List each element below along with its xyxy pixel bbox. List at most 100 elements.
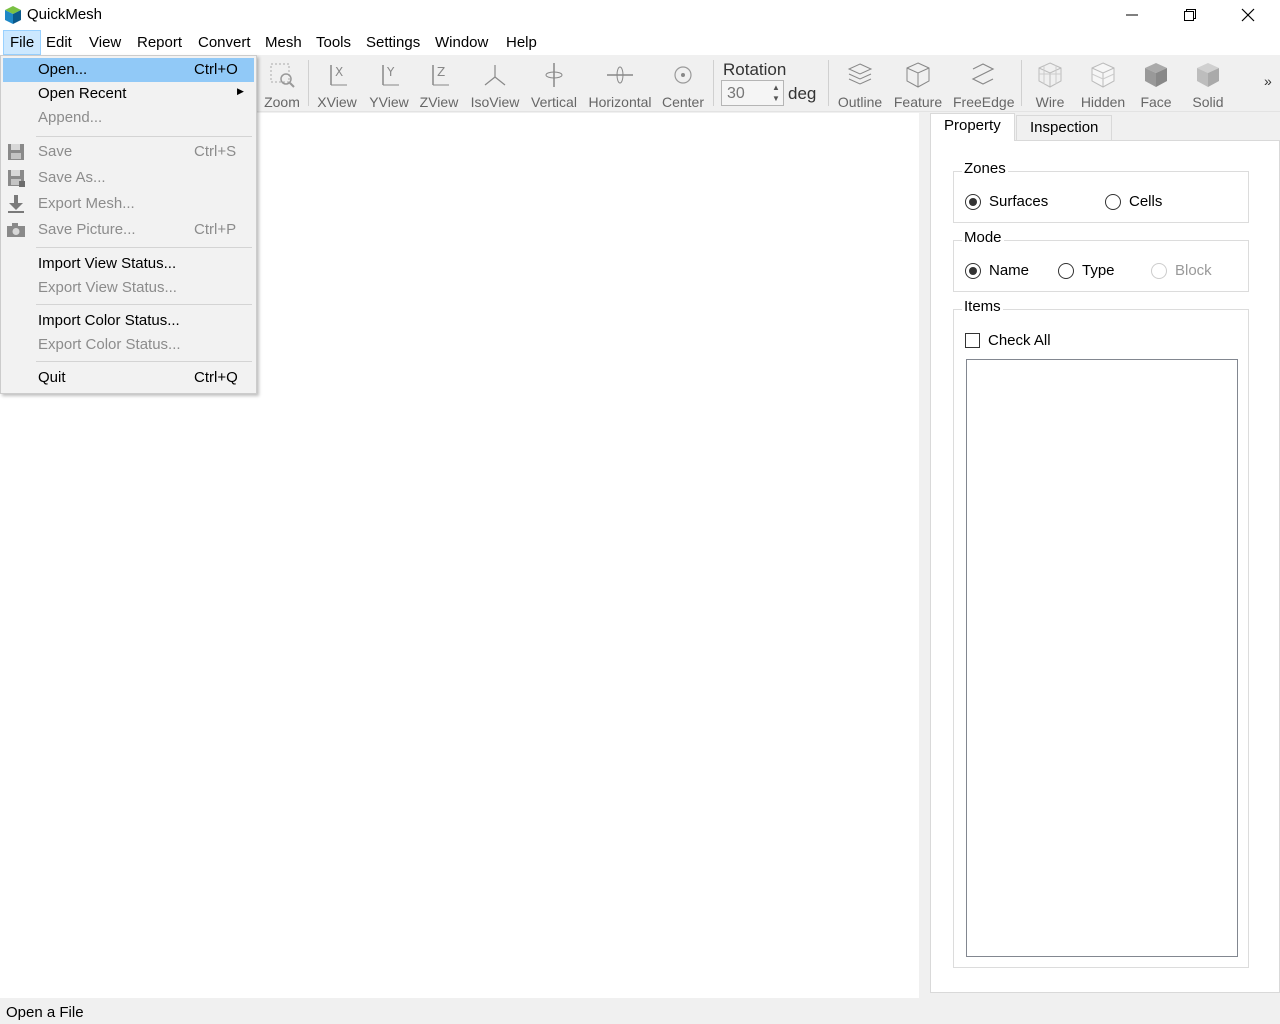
menu-item-open[interactable]: Open... Ctrl+O	[3, 58, 254, 82]
tab-property[interactable]: Property	[930, 113, 1015, 141]
toolbar-separator	[828, 60, 829, 106]
center-icon	[674, 66, 692, 84]
title-bar: QuickMesh	[0, 0, 1280, 30]
toolbar-separator	[1021, 60, 1022, 106]
menu-convert[interactable]: Convert	[192, 30, 257, 55]
xview-label: XView	[317, 94, 357, 110]
menu-item-append[interactable]: Append...	[3, 106, 254, 130]
property-panel: Property Inspection Zones Surfaces Cells…	[919, 113, 1280, 998]
menu-tools[interactable]: Tools	[310, 30, 357, 55]
zones-group-title: Zones	[962, 160, 1008, 177]
vertical-label: Vertical	[531, 94, 577, 110]
menu-report[interactable]: Report	[131, 30, 188, 55]
submenu-arrow-icon: ▶	[237, 86, 244, 96]
checkbox-unchecked-icon	[965, 333, 980, 348]
menu-item-save-as[interactable]: Save As...	[3, 166, 254, 190]
svg-text:X: X	[335, 65, 343, 79]
file-menu-dropdown: Open... Ctrl+O Open Recent ▶ Append... S…	[0, 55, 257, 394]
menu-item-export-view-status[interactable]: Export View Status...	[3, 276, 254, 300]
menu-separator	[36, 304, 252, 305]
xview-button[interactable]: X XView	[315, 57, 359, 110]
minimize-button[interactable]	[1103, 0, 1161, 30]
hidden-button[interactable]: Hidden	[1079, 57, 1127, 110]
menu-item-save-picture[interactable]: Save Picture... Ctrl+P	[3, 218, 254, 242]
feature-edge-icon	[906, 62, 930, 88]
wire-label: Wire	[1035, 94, 1065, 110]
spin-up-icon[interactable]: ▲	[770, 82, 782, 93]
y-axis-view-icon: Y	[382, 65, 399, 86]
rotation-value[interactable]: 30	[727, 85, 745, 103]
solid-label: Solid	[1192, 94, 1224, 110]
menu-separator	[36, 247, 252, 248]
z-axis-view-icon: Z	[432, 65, 449, 86]
x-axis-view-icon: X	[330, 65, 347, 86]
mode-type-radio[interactable]: Type	[1058, 262, 1115, 279]
menu-item-import-color-status[interactable]: Import Color Status...	[3, 309, 254, 333]
radio-disabled-icon	[1151, 262, 1167, 279]
feature-button[interactable]: Feature	[893, 57, 943, 110]
menu-item-quit[interactable]: Quit Ctrl+Q	[3, 366, 254, 390]
zones-surfaces-label: Surfaces	[989, 193, 1049, 210]
menu-mesh[interactable]: Mesh	[259, 30, 308, 55]
menu-item-export-color-status[interactable]: Export Color Status...	[3, 333, 254, 357]
mode-block-label: Block	[1175, 262, 1212, 279]
isoview-button[interactable]: IsoView	[467, 57, 523, 110]
spin-down-icon[interactable]: ▼	[770, 93, 782, 104]
menu-window[interactable]: Window	[429, 30, 494, 55]
radio-unchecked-icon	[1058, 262, 1074, 279]
tab-inspection[interactable]: Inspection	[1016, 115, 1113, 141]
restore-button[interactable]	[1161, 0, 1219, 30]
mode-group: Mode Name Type Block	[953, 229, 1249, 292]
face-button[interactable]: Face	[1136, 57, 1176, 110]
menu-separator	[36, 361, 252, 362]
freeedge-button[interactable]: FreeEdge	[953, 57, 1015, 110]
check-all-checkbox[interactable]: Check All	[965, 332, 1051, 349]
zones-surfaces-radio[interactable]: Surfaces	[965, 193, 1048, 210]
horizontal-button[interactable]: Horizontal	[588, 57, 652, 110]
zones-group: Zones Surfaces Cells	[953, 160, 1249, 223]
menu-item-import-view-status[interactable]: Import View Status...	[3, 252, 254, 276]
solid-button[interactable]: Solid	[1188, 57, 1228, 110]
iso-axis-view-icon	[484, 65, 506, 86]
menu-file[interactable]: File	[3, 30, 42, 55]
zview-button[interactable]: Z ZView	[418, 57, 460, 110]
zones-cells-label: Cells	[1129, 193, 1163, 210]
yview-button[interactable]: Y YView	[366, 57, 412, 110]
toolbar-overflow-button[interactable]: »	[1264, 73, 1272, 89]
menu-item-save[interactable]: Save Ctrl+S	[3, 140, 254, 164]
zoom-label: Zoom	[264, 94, 300, 110]
svg-text:Y: Y	[386, 65, 395, 79]
menu-item-export-mesh[interactable]: Export Mesh...	[3, 192, 254, 216]
menu-edit[interactable]: Edit	[40, 30, 78, 55]
mode-name-label: Name	[989, 262, 1030, 279]
close-icon	[1241, 8, 1255, 22]
zones-cells-radio[interactable]: Cells	[1105, 193, 1162, 210]
menu-view[interactable]: View	[83, 30, 127, 55]
freeedge-label: FreeEdge	[953, 94, 1015, 110]
minimize-icon	[1126, 14, 1138, 16]
rotation-spinbox[interactable]: 30 ▲ ▼	[721, 80, 784, 106]
restore-icon	[1184, 9, 1196, 21]
rotation-label: Rotation	[723, 60, 787, 79]
menu-settings[interactable]: Settings	[360, 30, 426, 55]
mode-name-radio[interactable]: Name	[965, 262, 1029, 279]
outline-button[interactable]: Outline	[837, 57, 883, 110]
menu-separator	[36, 136, 252, 137]
items-list[interactable]	[966, 359, 1238, 957]
vertical-button[interactable]: Vertical	[528, 57, 580, 110]
menu-help[interactable]: Help	[500, 30, 543, 55]
radio-unchecked-icon	[1105, 193, 1121, 210]
window-title: QuickMesh	[27, 6, 103, 23]
zoom-button[interactable]: Zoom	[262, 57, 302, 110]
horizontal-label: Horizontal	[588, 94, 652, 110]
menu-item-open-recent[interactable]: Open Recent ▶	[3, 82, 254, 106]
wire-button[interactable]: Wire	[1030, 57, 1070, 110]
mode-block-radio[interactable]: Block	[1151, 262, 1212, 279]
isoview-label: IsoView	[470, 94, 520, 110]
vertical-rotate-icon	[545, 63, 563, 87]
face-label: Face	[1140, 94, 1172, 110]
hidden-label: Hidden	[1080, 94, 1126, 110]
close-button[interactable]	[1219, 0, 1277, 30]
center-label: Center	[661, 94, 705, 110]
center-button[interactable]: Center	[660, 57, 706, 110]
